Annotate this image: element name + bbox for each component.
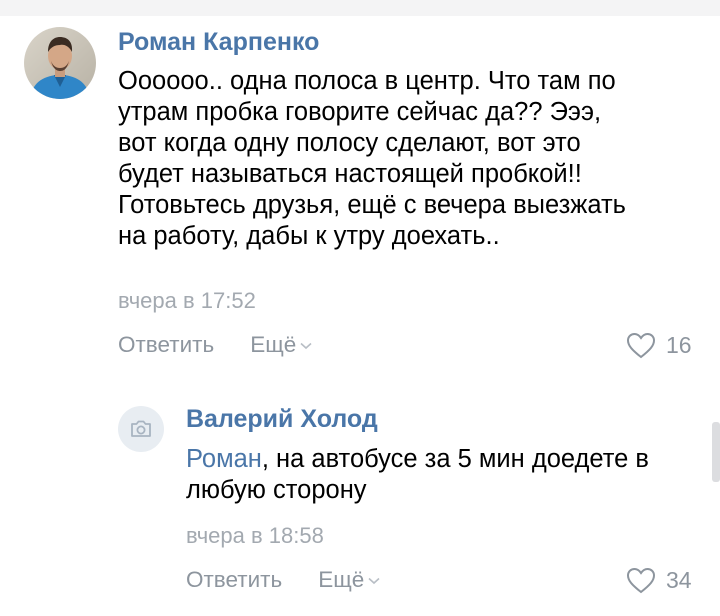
user-photo-avatar (24, 27, 96, 99)
comment-author[interactable]: Валерий Холод (186, 405, 378, 434)
more-label: Ещё (318, 567, 365, 592)
like-count: 16 (666, 332, 692, 358)
comment-timestamp[interactable]: вчера в 18:58 (186, 523, 324, 549)
comment-text-line: будет называться настоящей пробкой!! (118, 160, 582, 188)
heart-icon (626, 567, 656, 594)
chevron-down-icon (368, 577, 380, 585)
like-count: 34 (666, 567, 692, 593)
like-button[interactable]: 34 (626, 567, 692, 594)
reply-button[interactable]: Ответить (118, 332, 214, 358)
avatar-placeholder[interactable] (118, 406, 164, 452)
scrollbar-thumb[interactable] (712, 422, 720, 482)
comment-actions: Ответить Ещё (118, 332, 312, 358)
comment-text-line: любую сторону (186, 476, 367, 504)
comment-text-line: Оооооо.. одна полоса в центр. Что там по (118, 67, 616, 95)
mention-link[interactable]: Роман (186, 445, 262, 473)
more-button[interactable]: Ещё (318, 567, 380, 593)
comment-text-line: Готовьтесь друзья, ещё с вечера выезжать (118, 191, 626, 219)
comment-text: Роман, на автобусе за 5 мин доедете в лю… (186, 444, 706, 506)
chevron-down-icon (300, 342, 312, 350)
comment-author[interactable]: Роман Карпенко (118, 28, 319, 57)
comment-item: Роман Карпенко Оооооо.. одна полоса в це… (0, 0, 720, 380)
more-button[interactable]: Ещё (250, 332, 312, 358)
comment-actions: Ответить Ещё (186, 567, 380, 593)
reply-button[interactable]: Ответить (186, 567, 282, 593)
camera-placeholder-icon (131, 420, 151, 437)
comment-text-line: утрам пробка говорите сейчас да?? Эээ, (118, 98, 602, 126)
comment-text-span: , на автобусе за 5 мин доедете в (261, 445, 649, 473)
comment-timestamp[interactable]: вчера в 17:52 (118, 288, 256, 314)
comment-text: Оооооо.. одна полоса в центр. Что там по… (118, 66, 708, 252)
comment-text-line: на работу, дабы к утру доехать.. (118, 222, 500, 250)
avatar[interactable] (24, 27, 96, 99)
comment-text-line: вот когда одну полосу сделают, вот это (118, 129, 581, 157)
like-button[interactable]: 16 (626, 332, 692, 359)
reply-comment-item: Валерий Холод Роман, на автобусе за 5 ми… (0, 380, 720, 616)
comment-text-line: Роман, на автобусе за 5 мин доедете в (186, 444, 706, 475)
heart-icon (626, 332, 656, 359)
more-label: Ещё (250, 332, 297, 357)
